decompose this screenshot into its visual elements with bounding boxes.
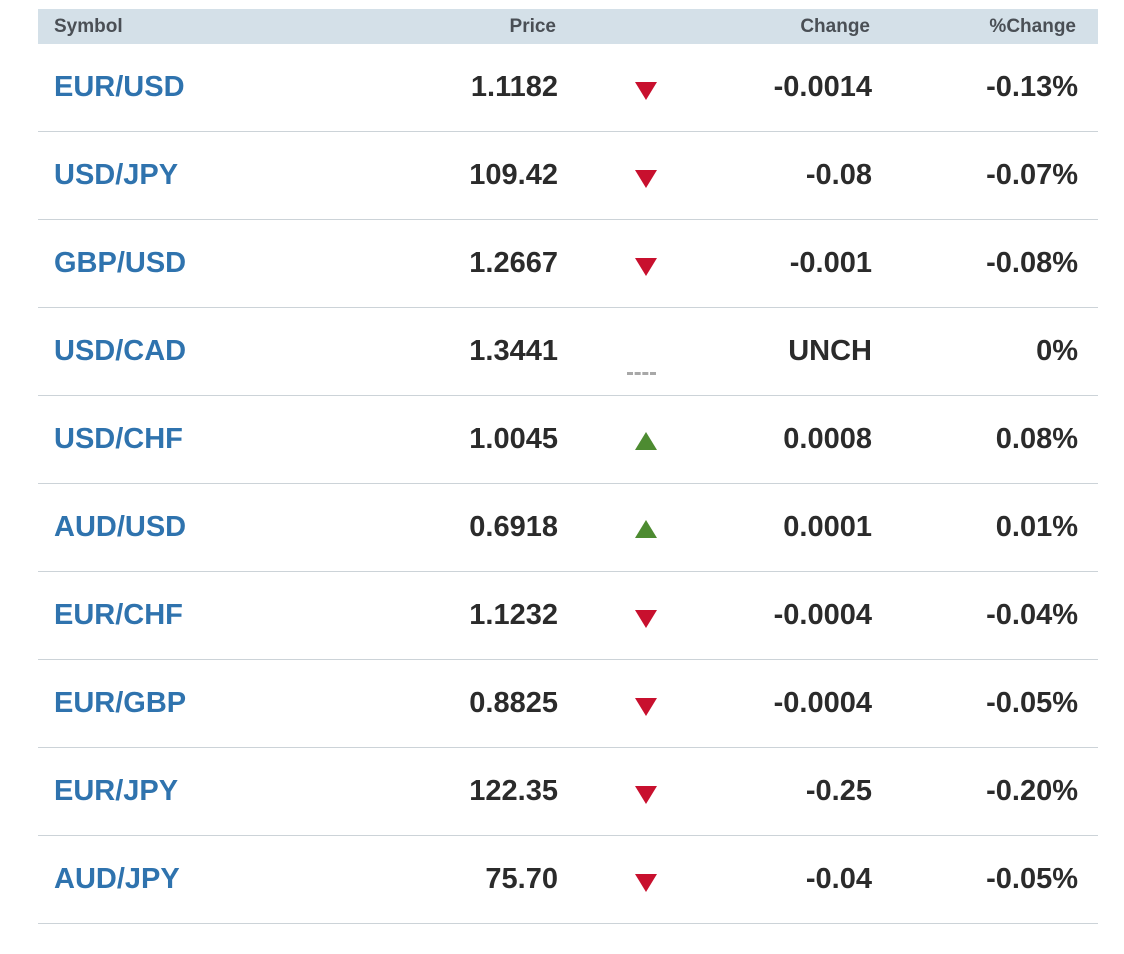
currency-quote-table: Symbol Price Change %Change EUR/USD 1.118…: [38, 9, 1098, 924]
symbol-link[interactable]: EUR/GBP: [54, 660, 186, 746]
up-arrow-icon: [635, 432, 657, 450]
change-value: -0.04: [805, 863, 872, 895]
table-row: EUR/GBP 0.8825 -0.0004 -0.05%: [38, 660, 1098, 748]
up-arrow-icon: [635, 520, 657, 538]
down-arrow-icon: [635, 698, 657, 716]
column-header-price[interactable]: Price: [510, 9, 556, 44]
table-row: USD/CHF 1.0045 0.0008 0.08%: [38, 396, 1098, 484]
table-row: USD/JPY 109.42 -0.08 -0.07%: [38, 132, 1098, 220]
price-value: 1.0045: [469, 423, 558, 455]
table-row: EUR/JPY 122.35 -0.25 -0.20%: [38, 748, 1098, 836]
down-arrow-icon: [635, 82, 657, 100]
table-row: EUR/CHF 1.1232 -0.0004 -0.04%: [38, 572, 1098, 660]
symbol-link[interactable]: USD/JPY: [54, 132, 178, 218]
change-value: UNCH: [788, 335, 872, 367]
change-value: -0.0004: [773, 599, 872, 631]
price-value: 0.6918: [469, 511, 558, 543]
down-arrow-icon: [635, 786, 657, 804]
column-header-change[interactable]: Change: [800, 9, 870, 44]
table-row: AUD/USD 0.6918 0.0001 0.01%: [38, 484, 1098, 572]
price-value: 1.1232: [469, 599, 558, 631]
table-row: USD/CAD 1.3441 UNCH 0%: [38, 308, 1098, 396]
change-value: -0.0004: [773, 687, 872, 719]
table-header: Symbol Price Change %Change: [38, 9, 1098, 44]
column-header-pct-change[interactable]: %Change: [989, 9, 1076, 44]
pct-change-value: -0.20%: [986, 775, 1078, 807]
symbol-link[interactable]: EUR/USD: [54, 44, 185, 130]
down-arrow-icon: [635, 874, 657, 892]
table-row: AUD/JPY 75.70 -0.04 -0.05%: [38, 836, 1098, 924]
unchanged-dash-icon: [627, 372, 656, 375]
price-value: 1.2667: [469, 247, 558, 279]
price-value: 1.3441: [469, 335, 558, 367]
symbol-link[interactable]: EUR/JPY: [54, 748, 178, 834]
pct-change-value: -0.13%: [986, 71, 1078, 103]
table-body: EUR/USD 1.1182 -0.0014 -0.13% USD/JPY 109.42 -…: [38, 44, 1098, 924]
price-value: 75.70: [485, 863, 558, 895]
symbol-link[interactable]: USD/CAD: [54, 308, 186, 394]
down-arrow-icon: [635, 258, 657, 276]
change-value: -0.25: [805, 775, 872, 807]
price-value: 122.35: [469, 775, 558, 807]
change-value: -0.0014: [773, 71, 872, 103]
price-value: 0.8825: [469, 687, 558, 719]
table-row: EUR/USD 1.1182 -0.0014 -0.13%: [38, 44, 1098, 132]
price-value: 109.42: [469, 159, 558, 191]
price-value: 1.1182: [470, 71, 558, 103]
column-header-symbol[interactable]: Symbol: [54, 9, 123, 44]
table-row: GBP/USD 1.2667 -0.001 -0.08%: [38, 220, 1098, 308]
pct-change-value: 0%: [1036, 335, 1078, 367]
symbol-link[interactable]: GBP/USD: [54, 220, 186, 306]
pct-change-value: -0.07%: [986, 159, 1078, 191]
pct-change-value: -0.05%: [986, 863, 1078, 895]
pct-change-value: 0.08%: [995, 423, 1078, 455]
down-arrow-icon: [635, 610, 657, 628]
change-value: 0.0008: [783, 423, 872, 455]
symbol-link[interactable]: EUR/CHF: [54, 572, 183, 658]
change-value: -0.001: [789, 247, 872, 279]
symbol-link[interactable]: AUD/USD: [54, 484, 186, 570]
pct-change-value: -0.04%: [986, 599, 1078, 631]
change-value: -0.08: [805, 159, 872, 191]
pct-change-value: 0.01%: [995, 511, 1078, 543]
change-value: 0.0001: [783, 511, 872, 543]
pct-change-value: -0.08%: [986, 247, 1078, 279]
symbol-link[interactable]: AUD/JPY: [54, 836, 180, 922]
down-arrow-icon: [635, 170, 657, 188]
pct-change-value: -0.05%: [986, 687, 1078, 719]
symbol-link[interactable]: USD/CHF: [54, 396, 183, 482]
